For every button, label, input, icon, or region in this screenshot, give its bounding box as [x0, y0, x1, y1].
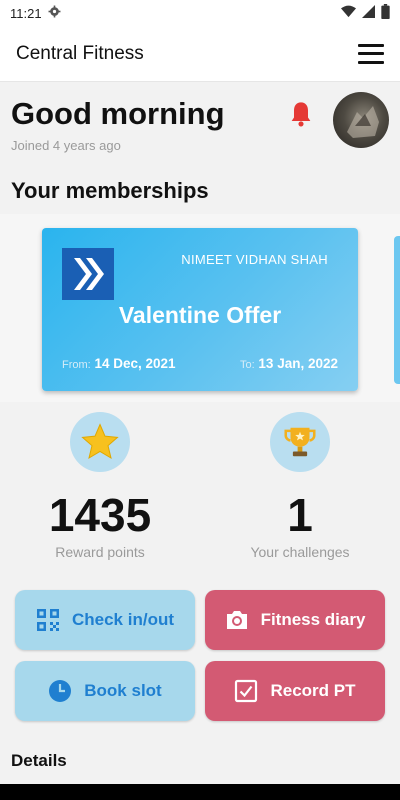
profile-avatar[interactable]: [333, 92, 389, 148]
check-in-out-button[interactable]: Check in/out: [15, 590, 195, 650]
member-name: NIMEET VIDHAN SHAH: [181, 252, 328, 267]
hamburger-menu-icon[interactable]: [358, 43, 384, 64]
membership-card[interactable]: NIMEET VIDHAN SHAH Valentine Offer From:…: [42, 228, 358, 391]
memberships-heading: Your memberships: [11, 178, 209, 203]
from-date: 14 Dec, 2021: [94, 356, 176, 371]
system-nav-bar: [0, 784, 400, 800]
fitness-diary-label: Fitness diary: [260, 610, 366, 629]
wifi-icon: [341, 5, 356, 21]
star-icon: [70, 412, 130, 472]
app-bar: Central Fitness: [0, 26, 400, 82]
camera-icon: [225, 608, 249, 632]
check-in-out-label: Check in/out: [71, 610, 174, 629]
app-title: Central Fitness: [16, 42, 144, 64]
record-pt-button[interactable]: Record PT: [205, 661, 385, 721]
battery-icon: [381, 4, 390, 22]
reward-points-stat[interactable]: 1435 Reward points: [20, 412, 180, 560]
checkbox-icon: [234, 679, 258, 703]
fitness-diary-button[interactable]: Fitness diary: [205, 590, 385, 650]
gym-logo-icon: [62, 248, 114, 300]
notification-bell-icon[interactable]: [287, 100, 315, 128]
clock-icon: [48, 679, 72, 703]
settings-gear-icon: [48, 5, 61, 21]
joined-text: Joined 4 years ago: [11, 138, 121, 153]
status-bar: 11:21: [0, 0, 400, 26]
greeting-title: Good morning: [11, 96, 225, 131]
signal-icon: [362, 5, 375, 21]
challenges-label: Your challenges: [250, 544, 350, 560]
challenges-value: 1: [287, 489, 313, 541]
book-slot-button[interactable]: Book slot: [15, 661, 195, 721]
challenges-stat[interactable]: 1 Your challenges: [220, 412, 380, 560]
from-label: From:: [62, 359, 91, 371]
membership-carousel[interactable]: NIMEET VIDHAN SHAH Valentine Offer From:…: [0, 214, 400, 402]
qr-code-icon: [36, 608, 60, 632]
validity-dates: From: 14 Dec, 2021 To: 13 Jan, 2022: [62, 356, 338, 371]
record-pt-label: Record PT: [270, 681, 356, 700]
to-label: To:: [239, 359, 255, 371]
next-membership-card[interactable]: [394, 236, 400, 384]
trophy-icon: [270, 412, 330, 472]
reward-points-value: 1435: [48, 489, 152, 541]
book-slot-label: Book slot: [84, 681, 162, 700]
status-time: 11:21: [10, 5, 42, 21]
plan-name: Valentine Offer: [118, 302, 282, 328]
details-heading: Details: [11, 751, 67, 770]
to-date: 13 Jan, 2022: [258, 356, 338, 371]
reward-points-label: Reward points: [55, 544, 145, 560]
